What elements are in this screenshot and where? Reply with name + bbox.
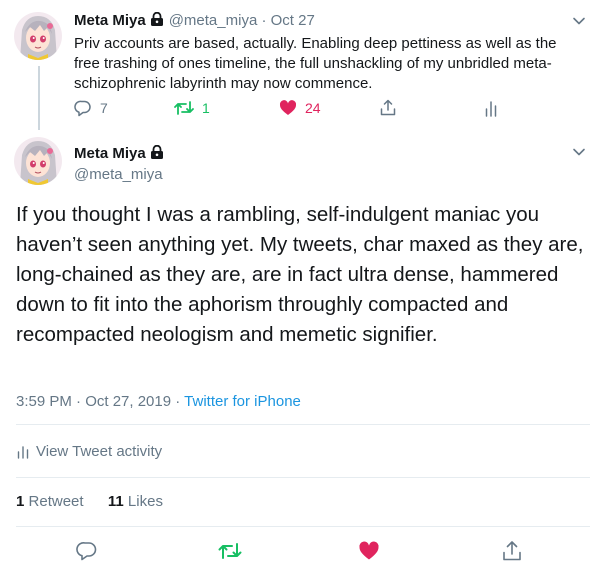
tweet-source-link[interactable]: Twitter for iPhone bbox=[184, 393, 301, 410]
separator-dot: · bbox=[175, 393, 181, 410]
display-name[interactable]: Meta Miya bbox=[74, 145, 146, 162]
like-button[interactable]: 24 bbox=[279, 98, 321, 118]
separator-dot: · bbox=[261, 12, 267, 29]
reply-button[interactable]: 7 bbox=[74, 98, 108, 118]
thread-line bbox=[38, 66, 40, 130]
retweet-total: 1 bbox=[16, 493, 25, 510]
like-count: 24 bbox=[305, 100, 321, 116]
retweet-count: 1 bbox=[202, 100, 210, 116]
tweet-date[interactable]: Oct 27 bbox=[271, 12, 315, 29]
parent-tweet-text: Priv accounts are based, actually. Enabl… bbox=[74, 35, 557, 92]
view-tweet-activity-link[interactable]: View Tweet activity bbox=[16, 443, 162, 461]
parent-tweet-header: Meta Miya @meta_miya · Oct 27 bbox=[74, 11, 315, 30]
chevron-down-icon[interactable] bbox=[572, 145, 586, 159]
reply-count: 7 bbox=[100, 100, 108, 116]
parent-tweet[interactable]: Meta Miya @meta_miya · Oct 27 Priv accoun… bbox=[0, 0, 606, 130]
main-tweet-text: If you thought I was a rambling, self-in… bbox=[16, 203, 584, 346]
handle[interactable]: @meta_miya bbox=[169, 12, 258, 29]
divider bbox=[16, 477, 590, 478]
tweet-meta: 3:59 PM · Oct 27, 2019 · Twitter for iPh… bbox=[16, 393, 301, 411]
parent-tweet-actions: 7 1 24 bbox=[74, 98, 524, 118]
lock-icon bbox=[149, 11, 165, 26]
chevron-down-icon[interactable] bbox=[572, 14, 586, 28]
divider bbox=[16, 424, 590, 425]
analytics-icon bbox=[17, 446, 29, 459]
avatar[interactable] bbox=[14, 137, 62, 185]
share-icon bbox=[380, 99, 396, 116]
likes-stat[interactable]: 11 Likes bbox=[108, 493, 163, 510]
tweet-stats: 1 Retweet 11 Likes bbox=[16, 493, 163, 511]
share-button[interactable] bbox=[379, 98, 397, 118]
heart-icon[interactable] bbox=[358, 540, 380, 562]
handle[interactable]: @meta_miya bbox=[74, 166, 169, 184]
analytics-button[interactable] bbox=[482, 98, 500, 118]
retweet-icon[interactable] bbox=[218, 540, 242, 562]
activity-label: View Tweet activity bbox=[36, 443, 163, 460]
analytics-icon bbox=[485, 101, 497, 117]
lock-icon bbox=[149, 144, 165, 159]
divider bbox=[16, 526, 590, 527]
retweet-stat-label: Retweet bbox=[28, 493, 84, 510]
reply-icon bbox=[74, 100, 91, 117]
main-tweet-actions bbox=[0, 540, 606, 562]
main-tweet-header: Meta Miya @meta_miya bbox=[74, 144, 169, 184]
like-total: 11 bbox=[107, 493, 124, 510]
retweets-stat[interactable]: 1 Retweet bbox=[16, 493, 84, 510]
avatar[interactable] bbox=[14, 12, 62, 60]
retweet-icon bbox=[174, 101, 194, 115]
heart-icon bbox=[279, 100, 297, 115]
retweet-button[interactable]: 1 bbox=[174, 98, 210, 118]
like-stat-label: Likes bbox=[127, 493, 163, 510]
tweet-timestamp[interactable]: 3:59 PM · Oct 27, 2019 bbox=[16, 393, 171, 410]
display-name[interactable]: Meta Miya bbox=[74, 12, 146, 29]
reply-icon[interactable] bbox=[76, 540, 98, 562]
share-icon[interactable] bbox=[501, 540, 523, 562]
